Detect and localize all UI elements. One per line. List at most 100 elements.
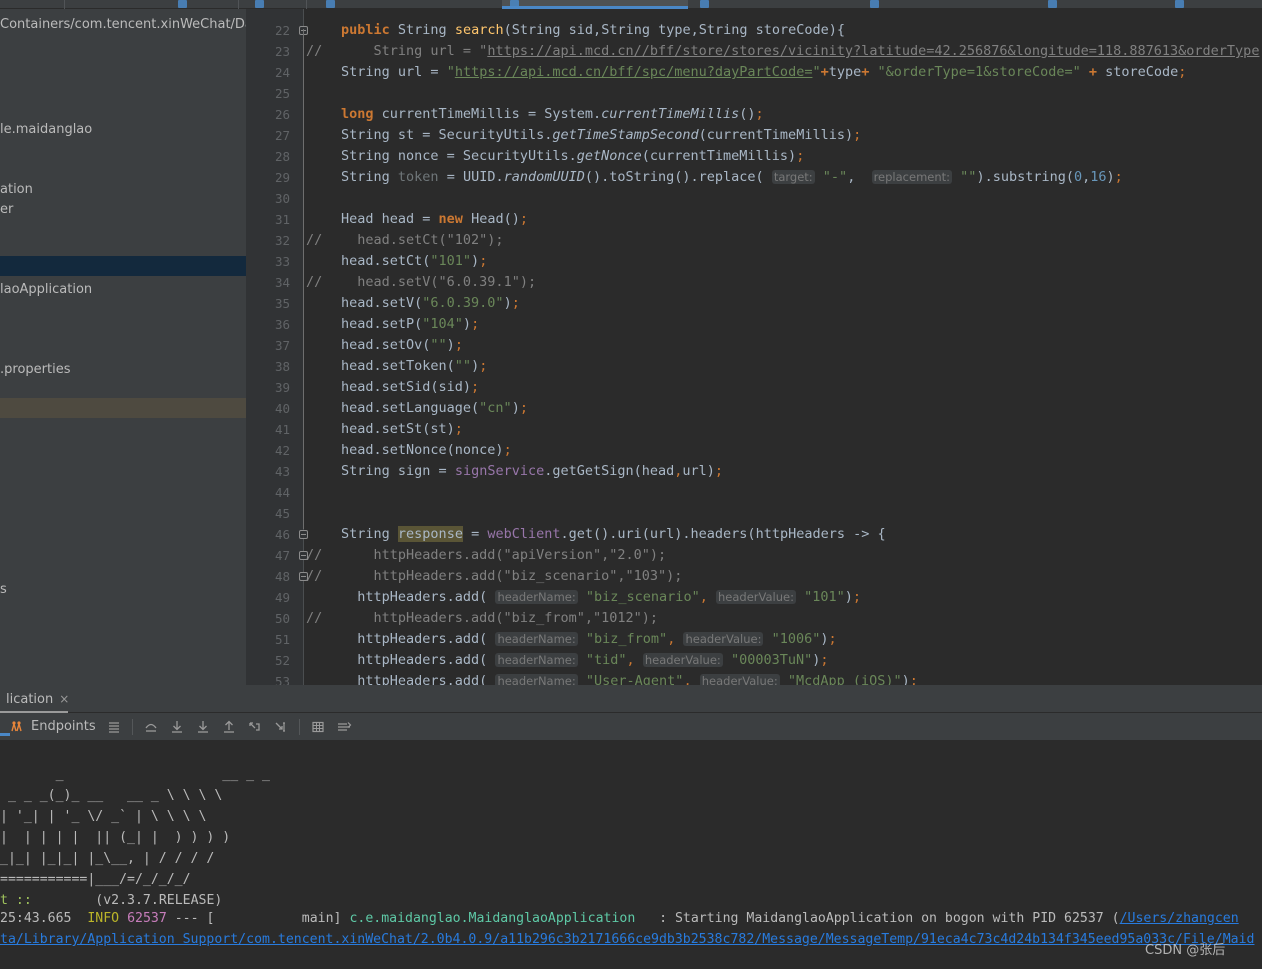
fold-collapse-icon[interactable] xyxy=(299,530,308,539)
menu-lines-icon xyxy=(108,721,119,733)
step-into-icon xyxy=(275,721,285,732)
comment-marker: // xyxy=(306,610,323,626)
console-log-line: 25:43.665 INFO 62537 --- [ main] c.e.mai… xyxy=(0,911,1239,926)
line-number: 51 xyxy=(274,632,290,647)
grid-button[interactable] xyxy=(305,715,331,739)
comment-marker: // xyxy=(306,232,323,248)
tab-icon[interactable] xyxy=(255,0,264,8)
code-line[interactable]: httpHeaders.add("biz_scenario","103"); xyxy=(341,566,1262,587)
run-tool-window[interactable]: lication × Endpoints _ __ _ _ _ _ _(_)_ … xyxy=(0,685,1262,969)
project-tree-row-highlighted[interactable] xyxy=(0,398,246,418)
fold-collapse-icon[interactable] xyxy=(299,572,308,581)
project-tree-row[interactable]: laoApplication xyxy=(0,279,246,299)
code-line[interactable]: httpHeaders.add( headerName: "User-Agent… xyxy=(341,671,1262,685)
tab-icon[interactable] xyxy=(1048,0,1057,8)
line-number: 25 xyxy=(274,86,290,101)
close-icon[interactable]: × xyxy=(59,692,69,706)
tab-icon[interactable] xyxy=(870,0,879,8)
menu-lines-button[interactable] xyxy=(101,715,127,739)
project-tree-row[interactable]: le.maidanglao xyxy=(0,119,246,139)
console-banner-line: _ __ _ _ xyxy=(0,767,270,782)
code-line[interactable]: String response = webClient.get().uri(ur… xyxy=(341,524,1262,545)
project-tool-window[interactable]: Containers/com.tencent.xinWeChat/Data/ l… xyxy=(0,9,246,685)
line-number: 42 xyxy=(274,443,290,458)
project-tree-row[interactable]: .properties xyxy=(0,359,246,379)
toolbar-separator xyxy=(298,718,300,735)
endpoints-button[interactable]: Endpoints xyxy=(4,715,101,739)
code-line[interactable] xyxy=(341,482,1262,503)
fold-collapse-icon[interactable] xyxy=(299,551,308,560)
project-tree-row[interactable]: Containers/com.tencent.xinWeChat/Data/ xyxy=(0,14,246,34)
endpoints-label: Endpoints xyxy=(31,719,96,734)
fold-region-line xyxy=(303,29,304,529)
export-button[interactable] xyxy=(190,715,216,739)
comment-marker: // xyxy=(306,43,323,59)
code-line[interactable]: head.setNonce(nonce); xyxy=(341,440,1262,461)
code-editor[interactable]: 22 public String search(String sid,String… xyxy=(246,9,1262,685)
scroll-to-end-button[interactable] xyxy=(164,715,190,739)
line-number: 47 xyxy=(274,548,290,563)
comment-marker: // xyxy=(306,274,323,290)
tab-icon[interactable] xyxy=(1175,0,1184,8)
tab-icon[interactable] xyxy=(700,0,709,8)
code-line[interactable]: public String search(String sid,String t… xyxy=(341,20,1262,41)
soft-wrap-button[interactable] xyxy=(138,715,164,739)
project-tree-row[interactable]: er xyxy=(0,199,246,219)
editor-tab-strip[interactable] xyxy=(0,0,1262,9)
code-line[interactable]: String url = "https://api.mcd.cn/bff/spc… xyxy=(341,62,1262,83)
align-button[interactable] xyxy=(331,715,357,739)
code-line[interactable]: String url = "https://api.mcd.cn//bff/st… xyxy=(341,41,1262,62)
upload-button[interactable] xyxy=(216,715,242,739)
tab-icon[interactable] xyxy=(178,0,187,8)
project-tree-label: laoApplication xyxy=(0,281,93,297)
code-line[interactable] xyxy=(341,83,1262,104)
console-log-path-line[interactable]: ta/Library/Application Support/com.tence… xyxy=(0,929,1254,950)
line-number: 28 xyxy=(274,149,290,164)
project-tree-row[interactable]: ation xyxy=(0,179,246,199)
line-number: 43 xyxy=(274,464,290,479)
line-number: 44 xyxy=(274,485,290,500)
code-line[interactable]: Head head = new Head(); xyxy=(341,209,1262,230)
comment-marker: // xyxy=(306,547,323,563)
code-line[interactable] xyxy=(341,188,1262,209)
run-console[interactable]: _ __ _ _ _ _ _(_)_ __ __ _ \ \ \ \ | '_| … xyxy=(0,740,1262,969)
line-number: 22 xyxy=(274,23,290,38)
code-line[interactable]: httpHeaders.add( headerName: "tid", head… xyxy=(341,650,1262,671)
step-into-button[interactable] xyxy=(268,715,294,739)
code-line[interactable] xyxy=(341,503,1262,524)
line-number: 39 xyxy=(274,380,290,395)
step-out-button[interactable] xyxy=(242,715,268,739)
line-number: 40 xyxy=(274,401,290,416)
project-tree-row-selected[interactable] xyxy=(0,256,246,276)
code-line[interactable]: httpHeaders.add("apiVersion","2.0"); xyxy=(341,545,1262,566)
code-line[interactable]: head.setSt(st); xyxy=(341,419,1262,440)
run-toolbar[interactable]: Endpoints xyxy=(0,713,1262,740)
run-tab-bar[interactable]: lication × xyxy=(0,685,1262,713)
code-line[interactable]: head.setToken(""); xyxy=(341,356,1262,377)
line-number: 30 xyxy=(274,191,290,206)
line-number: 48 xyxy=(274,569,290,584)
step-out-icon xyxy=(248,721,260,731)
code-line[interactable]: head.setSid(sid); xyxy=(341,377,1262,398)
code-line[interactable]: head.setV("6.0.39.0"); xyxy=(341,293,1262,314)
code-line[interactable]: String st = SecurityUtils.getTimeStampSe… xyxy=(341,125,1262,146)
line-number: 36 xyxy=(274,317,290,332)
code-line[interactable]: httpHeaders.add( headerName: "biz_scenar… xyxy=(341,587,1262,608)
code-line[interactable]: httpHeaders.add("biz_from","1012"); xyxy=(341,608,1262,629)
code-line[interactable]: String nonce = SecurityUtils.getNonce(cu… xyxy=(341,146,1262,167)
code-line[interactable]: head.setP("104"); xyxy=(341,314,1262,335)
code-line[interactable]: head.setLanguage("cn"); xyxy=(341,398,1262,419)
line-number: 50 xyxy=(274,611,290,626)
code-line[interactable]: String sign = signService.getGetSign(hea… xyxy=(341,461,1262,482)
line-number: 27 xyxy=(274,128,290,143)
code-line[interactable]: long currentTimeMillis = System.currentT… xyxy=(341,104,1262,125)
code-line[interactable]: String token = UUID.randomUUID().toStrin… xyxy=(341,167,1262,188)
code-line[interactable]: head.setV("6.0.39.1"); xyxy=(341,272,1262,293)
tab-icon[interactable] xyxy=(326,0,335,8)
project-tree-row[interactable]: s xyxy=(0,579,246,599)
code-line[interactable]: head.setOv(""); xyxy=(341,335,1262,356)
code-line[interactable]: head.setCt("101"); xyxy=(341,251,1262,272)
code-line[interactable]: httpHeaders.add( headerName: "biz_from",… xyxy=(341,629,1262,650)
code-line[interactable]: head.setCt("102"); xyxy=(341,230,1262,251)
run-tab-application[interactable]: lication × xyxy=(0,688,75,710)
